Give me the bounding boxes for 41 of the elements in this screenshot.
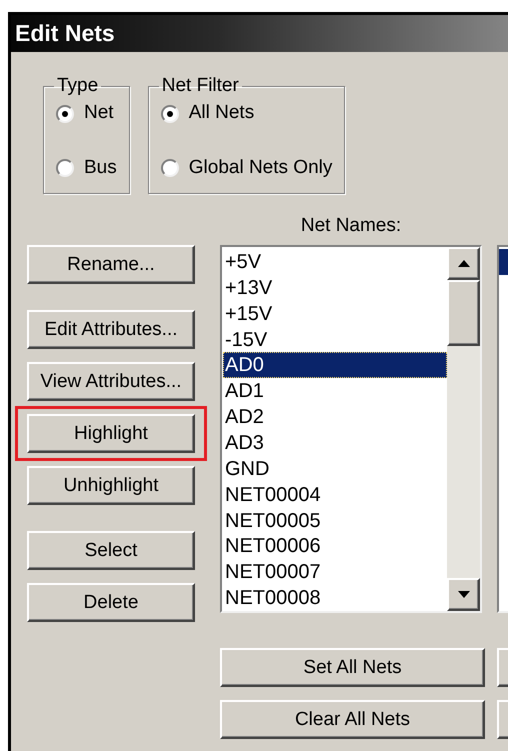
- action-button[interactable]: Clear All Nets: [220, 700, 485, 739]
- scroll-down-button[interactable]: [447, 578, 480, 611]
- radio-label[interactable]: Net: [84, 99, 114, 128]
- net-list-item[interactable]: GND: [223, 456, 447, 482]
- action-button[interactable]: Highlight: [27, 414, 195, 453]
- action-button[interactable]: Edit Attributes...: [27, 310, 195, 349]
- radio-button[interactable]: [56, 104, 74, 122]
- action-button[interactable]: Delete: [27, 583, 195, 622]
- action-button[interactable]: Select: [27, 531, 195, 570]
- action-button[interactable]: View Attributes...: [27, 362, 195, 401]
- radio-button[interactable]: [160, 159, 179, 177]
- scrollbar[interactable]: [447, 247, 480, 611]
- scroll-up-button[interactable]: [447, 247, 480, 280]
- action-button[interactable]: Rename...: [27, 245, 195, 284]
- net-list-item[interactable]: NET00008: [223, 585, 447, 611]
- net-list-item[interactable]: AD1: [223, 378, 447, 404]
- action-button[interactable]: Unhighlight: [27, 466, 195, 505]
- radio-button[interactable]: [160, 104, 179, 122]
- net-list-item[interactable]: +5V: [223, 249, 447, 275]
- radio-label[interactable]: Global Nets Only: [188, 154, 332, 182]
- net-list-item[interactable]: AD2: [223, 404, 447, 430]
- group-title: Type: [56, 74, 100, 98]
- up-arrow-icon: [458, 260, 470, 267]
- net-list-item[interactable]: +13V: [223, 274, 447, 301]
- net-list-item[interactable]: NET00004: [223, 482, 447, 508]
- net-list-item[interactable]: AD0: [223, 352, 447, 378]
- net-list-item[interactable]: -15V: [223, 326, 447, 352]
- radio-label[interactable]: Bus: [84, 154, 117, 182]
- net-list-item[interactable]: NET00007: [223, 559, 447, 586]
- down-arrow-icon: [458, 591, 470, 598]
- group-title: Net Filter: [160, 74, 240, 98]
- net-list-item[interactable]: NET00005: [223, 508, 447, 534]
- window-title: Edit Nets: [15, 19, 115, 48]
- scroll-thumb[interactable]: [447, 280, 480, 346]
- net-names-label: Net Names:: [300, 214, 402, 238]
- radio-button[interactable]: [56, 159, 74, 177]
- action-button[interactable]: Set All Nets: [220, 648, 485, 687]
- radio-label[interactable]: All Nets: [188, 99, 254, 128]
- net-list-item[interactable]: +15V: [223, 300, 447, 327]
- net-list-item[interactable]: AD3: [223, 430, 447, 456]
- net-list-item[interactable]: NET00006: [223, 533, 447, 560]
